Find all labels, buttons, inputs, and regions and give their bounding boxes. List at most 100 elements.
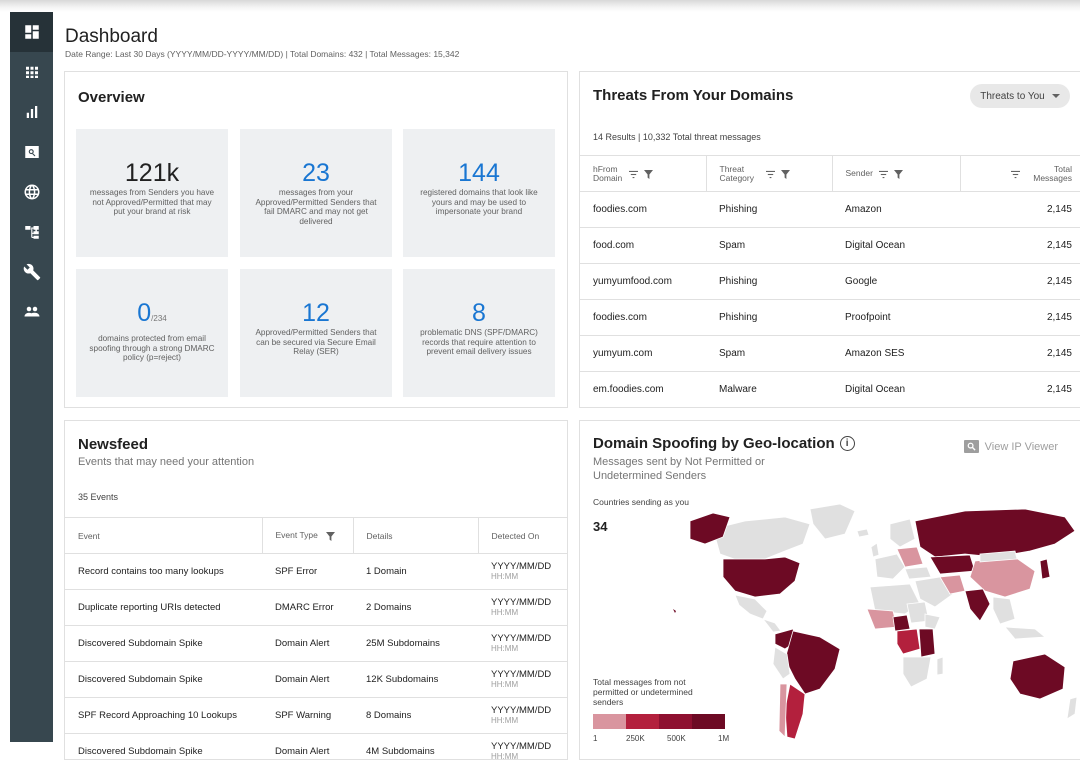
column-header-details[interactable]: Details	[352, 517, 478, 554]
sidebar-item-search[interactable]	[10, 132, 53, 172]
newsfeed-table: Event Event Type Details Detected On Rec…	[65, 517, 567, 759]
overview-tile-dmarc-fail[interactable]: 23 messages from your Approved/Permitted…	[240, 129, 392, 257]
legend-swatch-low	[593, 714, 626, 729]
overview-tile-unapproved-senders[interactable]: 121k messages from Senders you have not …	[76, 129, 228, 257]
table-row[interactable]: yumyum.com Spam Amazon SES 2,145	[580, 335, 1080, 372]
search-icon	[24, 146, 39, 158]
search-icon	[963, 440, 979, 453]
sidebar-item-users[interactable]	[10, 292, 53, 332]
map-country-uk	[870, 542, 880, 558]
filter-icon[interactable]	[326, 530, 336, 541]
table-row[interactable]: SPF Record Approaching 10 Lookups SPF Wa…	[65, 697, 567, 734]
map-country-iceland	[856, 528, 870, 538]
overview-tile-protected-domains[interactable]: 0/234 domains protected from email spoof…	[76, 269, 228, 397]
column-header-hfrom-domain[interactable]: hFrom Domain	[580, 155, 706, 192]
newsfeed-card: Newsfeed Events that may need your atten…	[64, 420, 568, 760]
map-country-japan	[1039, 558, 1051, 580]
table-row[interactable]: Discovered Subdomain Spike Domain Alert …	[65, 733, 567, 759]
column-header-threat-category[interactable]: Threat Category	[705, 155, 832, 192]
page-title: Dashboard	[65, 26, 158, 47]
column-header-detected-on[interactable]: Detected On	[477, 517, 567, 554]
map-country-kazakhstan	[929, 554, 976, 575]
column-header-event-type[interactable]: Event Type	[261, 517, 353, 554]
sidebar-item-globe[interactable]	[10, 172, 53, 212]
map-country-scandinavia	[889, 518, 916, 548]
map-country-brazil	[784, 630, 841, 695]
table-row[interactable]: Discovered Subdomain Spike Domain Alert …	[65, 661, 567, 698]
newsfeed-event-count: 35 Events	[78, 492, 119, 502]
countries-sending-count: 34	[593, 519, 608, 534]
legend-tick: 500K	[667, 734, 686, 743]
tile-value: 121k	[124, 159, 180, 187]
top-shadow	[0, 0, 1080, 12]
map-country-usa	[722, 556, 801, 598]
table-row[interactable]: Discovered Subdomain Spike Domain Alert …	[65, 625, 567, 662]
map-country-new-zealand	[1066, 696, 1078, 720]
table-row[interactable]: foodies.com Phishing Amazon 2,145	[580, 191, 1080, 228]
threats-filter-dropdown[interactable]: Threats to You	[970, 84, 1070, 108]
map-country-ethiopia	[924, 613, 941, 630]
column-header-sender[interactable]: Sender	[831, 155, 960, 192]
globe-icon	[24, 184, 39, 200]
threats-results-summary: 14 Results | 10,332 Total threat message…	[593, 132, 761, 142]
sidebar-item-tools[interactable]	[10, 252, 53, 292]
tile-value: 12	[302, 299, 330, 327]
chevron-down-icon	[1051, 94, 1060, 98]
map-country-east-africa	[918, 628, 936, 658]
map-country-central-america	[761, 618, 782, 633]
legend-tick: 1	[593, 734, 598, 743]
threats-card: Threats From Your Domains Threats to You…	[579, 71, 1080, 408]
sidebar-item-reports[interactable]	[10, 92, 53, 132]
map-country-russia	[914, 508, 1076, 558]
overview-card: Overview 121k messages from Senders you …	[64, 71, 568, 408]
table-row[interactable]: Record contains too many lookups SPF Err…	[65, 553, 567, 590]
map-country-southeast-asia	[992, 596, 1016, 625]
overview-tile-lookalike-domains[interactable]: 144 registered domains that look like yo…	[403, 129, 555, 257]
page-subtitle: Date Range: Last 30 Days (YYYY/MM/DD-YYY…	[65, 49, 460, 59]
table-row[interactable]: Duplicate reporting URIs detected DMARC …	[65, 589, 567, 626]
tile-description: messages from your Approved/Permitted Se…	[255, 188, 377, 226]
table-row[interactable]: yumyumfood.com Phishing Google 2,145	[580, 263, 1080, 300]
column-header-event[interactable]: Event	[65, 517, 262, 554]
map-country-turkey	[904, 566, 932, 580]
filter-icon[interactable]	[644, 168, 653, 179]
table-row[interactable]: em.foodies.com Malware Digital Ocean 2,1…	[580, 371, 1080, 408]
view-ip-viewer-link[interactable]: View IP Viewer	[963, 440, 1058, 453]
threats-table: hFrom Domain Threat Category Sender Tota…	[580, 155, 1080, 408]
map-country-hawaii	[673, 609, 676, 613]
table-row[interactable]: food.com Spam Digital Ocean 2,145	[580, 227, 1080, 264]
grid-icon	[25, 66, 38, 78]
map-country-argentina	[784, 683, 806, 740]
sort-icon[interactable]	[765, 168, 775, 178]
tile-description: Approved/Permitted Senders that can be s…	[255, 328, 377, 356]
legend-ticks: 1 250K 500K 1M	[593, 734, 743, 746]
bar-chart-icon	[26, 106, 37, 118]
geo-subtitle: Messages sent by Not Permitted or Undete…	[593, 456, 765, 482]
filter-icon[interactable]	[893, 168, 903, 179]
column-header-total-messages[interactable]: Total Messages	[959, 155, 1080, 192]
overview-tile-dns-records[interactable]: 8 problematic DNS (SPF/DMARC) records th…	[403, 269, 555, 397]
tile-description: registered domains that look like yours …	[420, 188, 538, 216]
overview-tile-ser-senders[interactable]: 12 Approved/Permitted Senders that can b…	[240, 269, 392, 397]
sort-icon[interactable]	[878, 168, 888, 178]
page-header: Dashboard Date Range: Last 30 Days (YYYY…	[65, 26, 459, 59]
tile-description: problematic DNS (SPF/DMARC) records that…	[420, 328, 538, 356]
sitemap-icon	[24, 226, 39, 239]
geo-spoofing-card: Domain Spoofing by Geo-location i Messag…	[579, 420, 1080, 760]
sidebar-item-grid[interactable]	[10, 52, 53, 92]
sort-icon[interactable]	[629, 168, 638, 178]
sidebar-item-dashboard[interactable]	[10, 12, 53, 52]
map-country-congo	[896, 628, 921, 655]
legend-swatch-high	[692, 714, 725, 729]
map-country-chile	[778, 683, 788, 738]
overview-title: Overview	[78, 89, 145, 106]
newsfeed-subtitle: Events that may need your attention	[78, 456, 255, 468]
table-row[interactable]: foodies.com Phishing Proofpoint 2,145	[580, 299, 1080, 336]
filter-icon[interactable]	[780, 168, 790, 179]
legend-tick: 250K	[626, 734, 645, 743]
sort-icon[interactable]	[1011, 168, 1020, 178]
sidebar-item-hierarchy[interactable]	[10, 212, 53, 252]
tile-description: messages from Senders you have not Appro…	[89, 188, 215, 216]
tile-value: 23	[302, 159, 330, 187]
info-icon[interactable]: i	[839, 436, 855, 451]
